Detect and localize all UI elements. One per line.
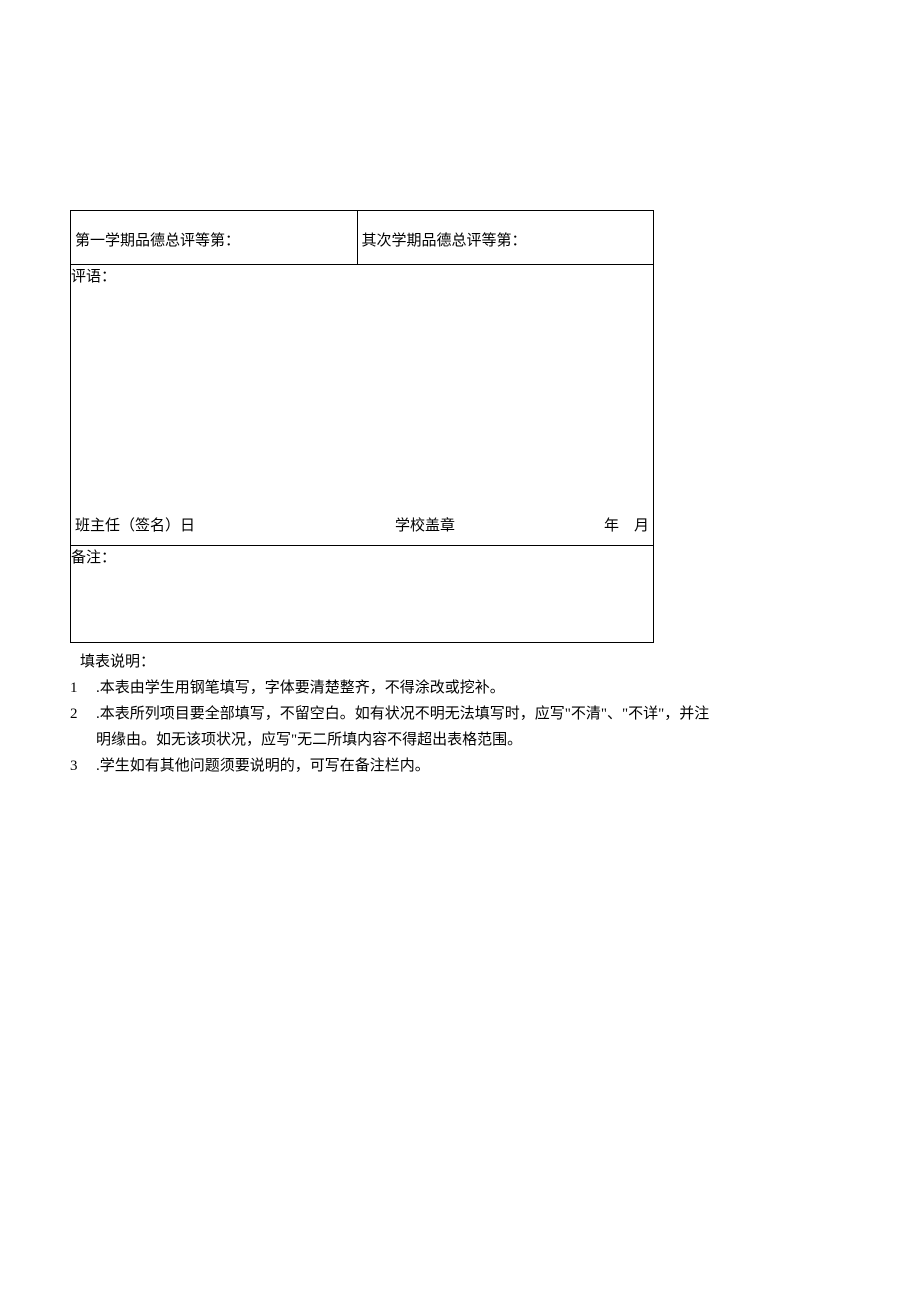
instruction-item: 1 .本表由学生用钢笔填写，字体要清楚整齐，不得涂改或挖补。 — [70, 675, 720, 701]
teacher-sign-label: 班主任（签名）日 — [75, 514, 395, 535]
instruction-num: 1 — [70, 675, 96, 701]
note-row: 备注： — [71, 546, 654, 643]
instruction-num: 2 — [70, 701, 96, 753]
instructions-section: 填表说明： 1 .本表由学生用钢笔填写，字体要清楚整齐，不得涂改或挖补。 2 .… — [70, 649, 720, 779]
semester2-cell: 其次学期品德总评等第： — [357, 211, 654, 265]
semester2-label: 其次学期品德总评等第： — [362, 233, 527, 249]
year-label: 年 — [585, 514, 619, 535]
comment-cell: 评语： 班主任（签名）日 学校盖章 年 月 — [71, 265, 654, 546]
semester-row: 第一学期品德总评等第： 其次学期品德总评等第： — [71, 211, 654, 265]
evaluation-form-table: 第一学期品德总评等第： 其次学期品德总评等第： 评语： 班主任（签名）日 学校盖… — [70, 210, 654, 643]
instruction-item: 2 .本表所列项目要全部填写，不留空白。如有状况不明无法填写时，应写"不清"、"… — [70, 701, 720, 753]
instruction-item: 3 .学生如有其他问题须要说明的，可写在备注栏内。 — [70, 753, 720, 779]
comment-row: 评语： 班主任（签名）日 学校盖章 年 月 — [71, 265, 654, 546]
note-cell: 备注： — [71, 546, 654, 643]
instruction-num: 3 — [70, 753, 96, 779]
instruction-text: .本表所列项目要全部填写，不留空白。如有状况不明无法填写时，应写"不清"、"不详… — [96, 701, 720, 753]
semester1-cell: 第一学期品德总评等第： — [71, 211, 358, 265]
instruction-text: .本表由学生用钢笔填写，字体要清楚整齐，不得涂改或挖补。 — [96, 675, 720, 701]
signature-line: 班主任（签名）日 学校盖章 年 月 — [75, 514, 649, 535]
comment-label: 评语： — [71, 269, 116, 285]
instructions-heading: 填表说明： — [80, 649, 720, 675]
school-stamp-label: 学校盖章 — [395, 514, 585, 535]
semester1-label: 第一学期品德总评等第： — [75, 233, 240, 249]
month-label: 月 — [619, 514, 649, 535]
instruction-text: .学生如有其他问题须要说明的，可写在备注栏内。 — [96, 753, 720, 779]
note-label: 备注： — [71, 550, 116, 566]
